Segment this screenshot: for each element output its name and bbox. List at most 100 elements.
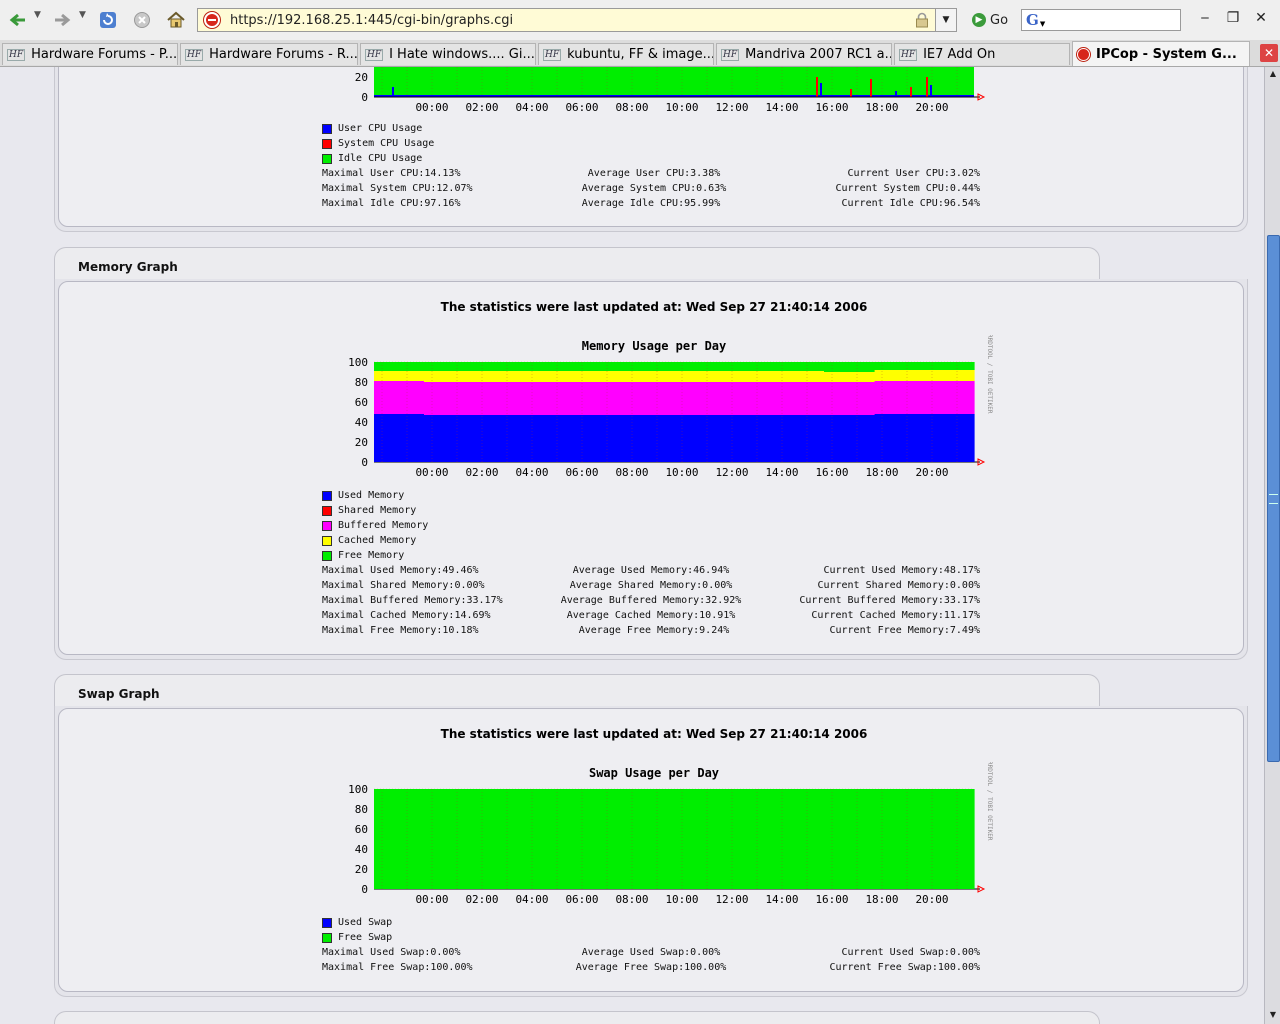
ipcop-favicon-icon xyxy=(1077,47,1090,61)
area-segment-cached-memory xyxy=(674,371,725,382)
stat-current: Current Used Swap:0.00% xyxy=(841,947,980,958)
address-bar[interactable]: https://192.168.25.1:445/cgi-bin/graphs.… xyxy=(197,8,957,32)
rrdtool-watermark: RRDTOOL / TOBI OETIKER xyxy=(986,335,993,414)
y-tick-label: 0 xyxy=(361,91,368,104)
system-cpu-swatch xyxy=(322,138,332,149)
tab-ipcop-system-graphs[interactable]: IPCop - System G... xyxy=(1072,41,1250,66)
x-tick-label: 06:00 xyxy=(565,893,598,906)
area-segment-cached-memory xyxy=(574,371,625,382)
scroll-up-icon[interactable]: ▲ xyxy=(1265,69,1280,81)
stat-current: Current User CPU:3.02% xyxy=(847,168,980,179)
forward-icon[interactable] xyxy=(52,8,72,32)
x-tick-label: 02:00 xyxy=(465,466,498,479)
area-segment-free-memory xyxy=(674,362,725,371)
area-segment-cached-memory xyxy=(424,371,475,382)
stat-current: Current Free Memory:7.49% xyxy=(829,625,980,636)
scrollbar-thumb[interactable] xyxy=(1267,235,1280,762)
next-section-tab xyxy=(54,1011,1100,1024)
tab-label: Hardware Forums - R... xyxy=(209,47,358,62)
memory-usage-chart: 0 20 40 60 80 100 00:00 02:00 04:00 06:00 08:00 10:… xyxy=(348,335,993,479)
home-icon[interactable] xyxy=(165,8,187,32)
area-segment-used-memory xyxy=(524,415,575,462)
search-input[interactable]: G ▼ xyxy=(1021,9,1181,31)
scroll-down-icon[interactable]: ▼ xyxy=(1265,1010,1280,1022)
stats-row: Maximal Cached Memory:14.69% Average Cach… xyxy=(322,608,980,623)
back-icon[interactable] xyxy=(8,8,28,32)
x-tick-label: 02:00 xyxy=(465,893,498,906)
area-segment-free-swap xyxy=(674,789,725,889)
area-segment-free-swap xyxy=(924,789,975,889)
reload-icon[interactable] xyxy=(97,8,119,32)
area-segment-cached-memory xyxy=(724,371,775,382)
tab-ie7-add-on[interactable]: HF IE7 Add On xyxy=(894,43,1070,65)
stat-current: Current System CPU:0.44% xyxy=(835,183,980,194)
url-history-dropdown-icon[interactable]: ▼ xyxy=(935,9,956,31)
tab-hardware-forums-r[interactable]: HF Hardware Forums - R... xyxy=(180,43,358,65)
stat-avg: Average User CPU:3.38% xyxy=(587,168,721,179)
search-engine-icon[interactable]: G xyxy=(1026,11,1039,29)
tab-i-hate-windows[interactable]: HF I Hate windows.... Gi... xyxy=(360,43,536,65)
search-engine-dropdown-icon[interactable]: ▼ xyxy=(1040,20,1045,28)
area-segment-used-memory xyxy=(374,414,425,462)
stats-row: Maximal Used Memory:49.46% Average Used M… xyxy=(322,563,980,578)
cpu-stats: Maximal User CPU:14.13% Average User CPU:… xyxy=(322,166,980,211)
hf-favicon-icon: HF xyxy=(365,48,384,61)
stat-max: Maximal Used Memory:49.46% xyxy=(322,565,479,576)
x-tick-label: 10:00 xyxy=(665,101,698,114)
area-segment-buffered-memory xyxy=(624,382,675,415)
x-tick-label: 18:00 xyxy=(865,101,898,114)
system-cpu-spike xyxy=(850,89,852,97)
tab-hardware-forums-p[interactable]: HF Hardware Forums - P... xyxy=(2,43,178,65)
close-window-icon[interactable]: ✕ xyxy=(1252,10,1270,26)
legend-label: Used Memory xyxy=(338,490,405,501)
x-tick-label: 16:00 xyxy=(815,893,848,906)
area-segment-used-memory xyxy=(774,415,825,462)
url-text[interactable]: https://192.168.25.1:445/cgi-bin/graphs.… xyxy=(230,13,915,28)
swap-legend: Used Swap Free Swap xyxy=(322,915,392,945)
forward-history-dropdown-icon[interactable]: ▼ xyxy=(79,10,86,20)
x-tick-label: 20:00 xyxy=(915,101,948,114)
maximize-icon[interactable]: ❐ xyxy=(1224,10,1242,26)
stat-max: Maximal Shared Memory:0.00% xyxy=(322,580,485,591)
stat-avg: Average Used Memory:46.94% xyxy=(572,565,730,576)
area-segment-free-memory xyxy=(724,362,775,371)
area-segment-buffered-memory xyxy=(374,381,425,414)
stat-max: Maximal System CPU:12.07% xyxy=(322,183,473,194)
stat-avg: Average Cached Memory:10.91% xyxy=(566,610,736,621)
tab-mandriva[interactable]: HF Mandriva 2007 RC1 a... xyxy=(716,43,892,65)
x-tick-label: 00:00 xyxy=(415,893,448,906)
go-button[interactable]: ▶ Go xyxy=(972,10,1008,30)
tab-label: Mandriva 2007 RC1 a... xyxy=(745,47,892,62)
y-tick-label: 60 xyxy=(355,823,368,836)
minimize-icon[interactable]: ‒ xyxy=(1196,10,1214,26)
stat-max: Maximal Free Swap:100.00% xyxy=(322,962,473,973)
y-tick-label: 80 xyxy=(355,803,368,816)
area-segment-free-memory xyxy=(824,362,875,372)
tab-kubuntu[interactable]: HF kubuntu, FF & image... xyxy=(538,43,714,65)
x-tick-label: 08:00 xyxy=(615,893,648,906)
site-identity-icon xyxy=(204,12,220,28)
x-tick-label: 00:00 xyxy=(415,101,448,114)
area-segment-free-swap xyxy=(624,789,675,889)
user-cpu-spike xyxy=(820,83,822,97)
area-segment-used-memory xyxy=(674,415,725,462)
x-tick-label: 10:00 xyxy=(665,893,698,906)
padlock-icon[interactable] xyxy=(915,12,929,28)
x-tick-label: 12:00 xyxy=(715,893,748,906)
stat-max: Maximal Buffered Memory:33.17% xyxy=(322,595,503,606)
close-tab-icon[interactable]: ✕ xyxy=(1260,44,1278,62)
swap-updated-text: The statistics were last updated at: Wed… xyxy=(440,727,868,741)
hf-favicon-icon: HF xyxy=(543,48,562,61)
vertical-scrollbar[interactable]: ▲ ▼ xyxy=(1264,67,1280,1024)
page-content: 0 20 00:00 02:00 04:00 06:00 08:00 10:00 12:00 14… xyxy=(0,67,1264,1024)
legend-item-used-swap: Used Swap xyxy=(322,915,392,930)
area-segment-free-memory xyxy=(524,362,575,371)
back-history-dropdown-icon[interactable]: ▼ xyxy=(34,10,41,20)
x-tick-label: 04:00 xyxy=(515,893,548,906)
area-segment-free-memory xyxy=(874,362,925,370)
y-tick-label: 20 xyxy=(355,863,368,876)
free-memory-swatch xyxy=(322,550,332,561)
area-segment-used-memory xyxy=(724,415,775,462)
area-segment-free-memory xyxy=(924,362,975,370)
stop-icon[interactable] xyxy=(132,8,152,32)
